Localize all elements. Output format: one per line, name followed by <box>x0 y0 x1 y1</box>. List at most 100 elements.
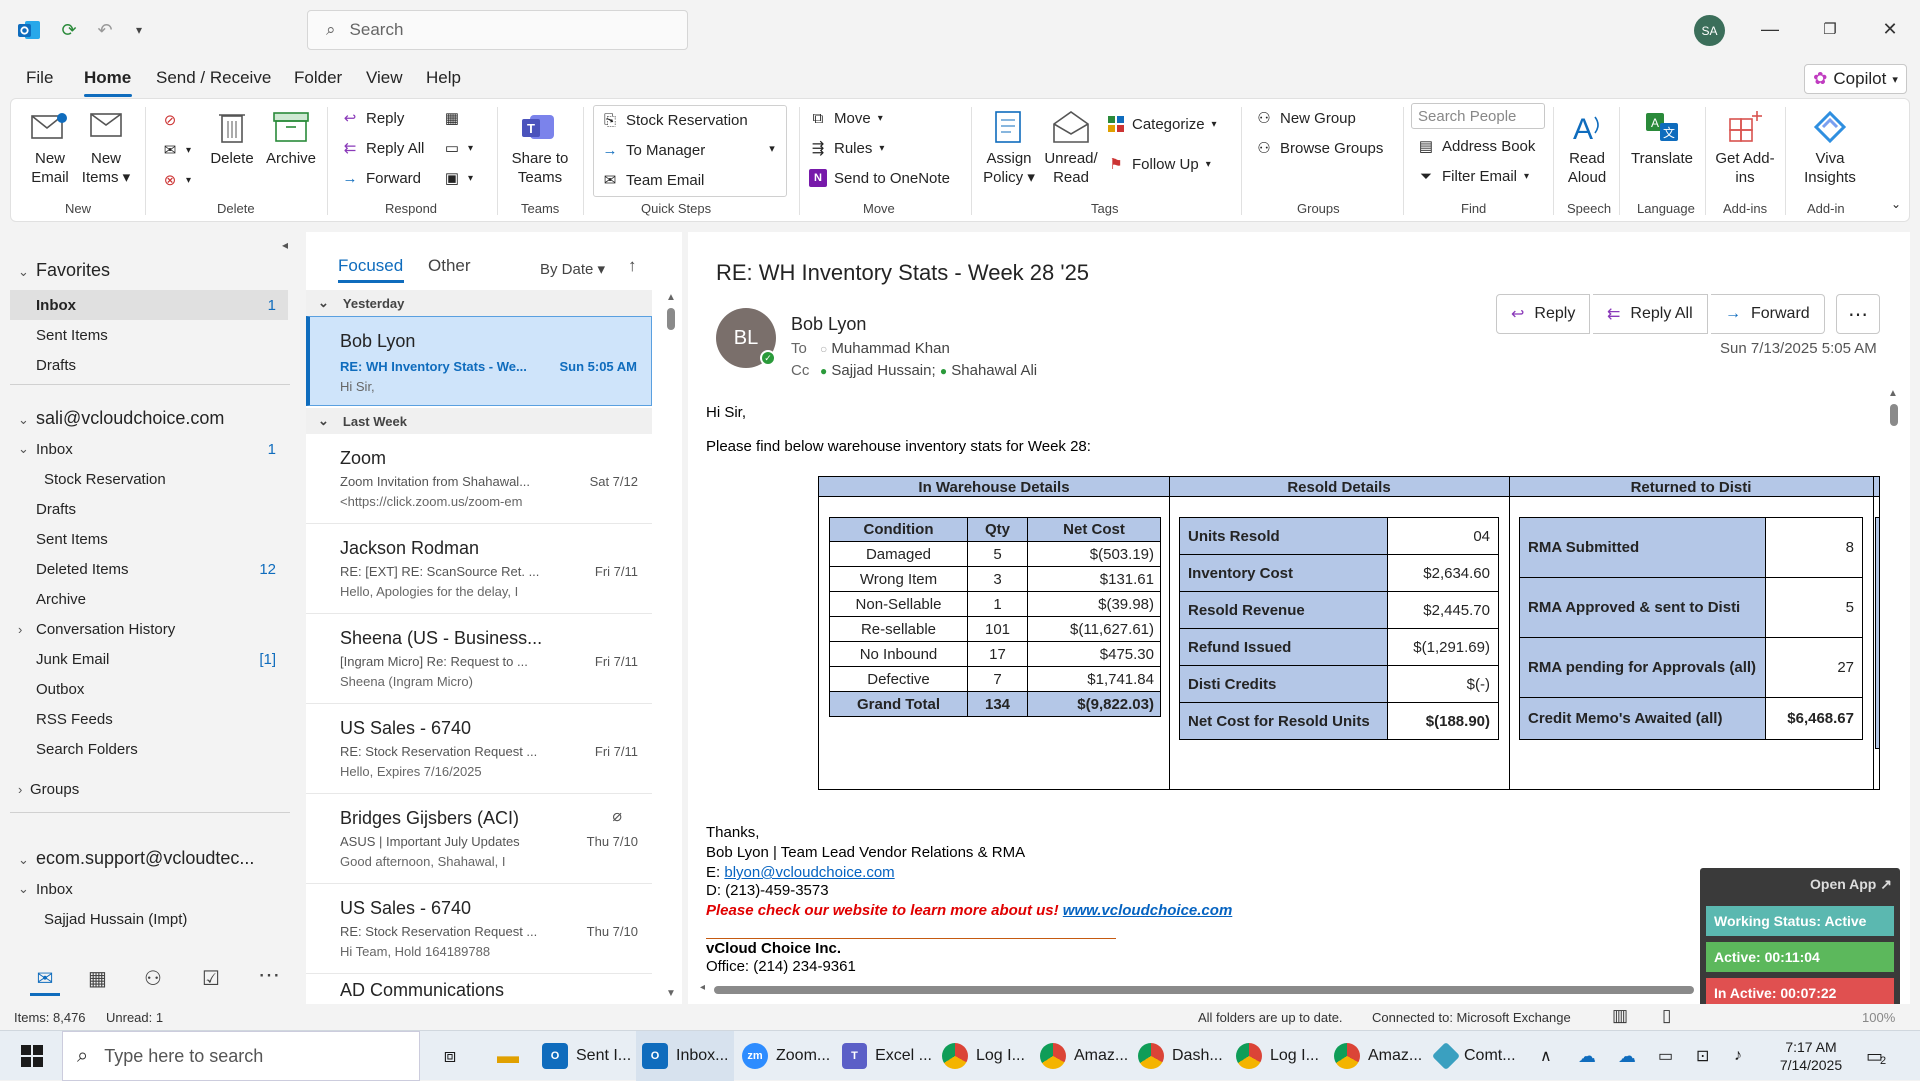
forward-button[interactable]: → Forward <box>1711 294 1825 334</box>
forward-button[interactable]: → Forward <box>341 169 422 187</box>
tab-folder[interactable]: Folder <box>294 68 342 88</box>
folder-drafts[interactable]: Drafts <box>10 494 288 524</box>
more-actions-icon[interactable]: ⋯ <box>1836 294 1880 334</box>
move-button[interactable]: ⧉ Move ▾ <box>809 109 883 127</box>
reply-button[interactable]: ↩ Reply <box>1496 294 1591 334</box>
taskbar-app-chrome-1[interactable]: Log I... <box>942 1031 1032 1081</box>
scroll-left-icon[interactable]: ◂ <box>700 982 705 993</box>
tab-home[interactable]: Home <box>84 68 131 88</box>
favorite-drafts[interactable]: Drafts <box>10 350 288 380</box>
taskbar-app-chrome-2[interactable]: Amaz... <box>1040 1031 1130 1081</box>
read-aloud-button[interactable]: A Read Aloud <box>1561 107 1613 187</box>
folder-groups[interactable]: › Groups <box>10 774 288 804</box>
reply-all-button[interactable]: ⇇ Reply All <box>1593 294 1708 334</box>
scroll-down-icon[interactable]: ▼ <box>666 988 676 999</box>
mail-icon[interactable]: ✉ <box>30 966 60 996</box>
folder-deleted-items[interactable]: Deleted Items 12 <box>10 554 288 584</box>
close-icon[interactable]: ✕ <box>1870 14 1910 44</box>
website-link[interactable]: www.vcloudchoice.com <box>1063 902 1232 919</box>
copilot-button[interactable]: ✿ Copilot ▾ <box>1804 64 1907 94</box>
ignore-button[interactable]: ⊘ <box>161 111 179 129</box>
tab-send-receive[interactable]: Send / Receive <box>156 68 271 88</box>
list-item[interactable]: Bridges Gijsbers (ACI) ⌀ ASUS | Importan… <box>306 794 652 884</box>
favorite-sent-items[interactable]: Sent Items <box>10 320 288 350</box>
folder-rss-feeds[interactable]: RSS Feeds <box>10 704 288 734</box>
account-header-ecom[interactable]: ⌄ ecom.support@vcloudtec... <box>18 848 254 869</box>
folder-inbox[interactable]: ⌄ Inbox 1 <box>10 434 288 464</box>
task-view-icon[interactable]: ⧈ <box>436 1031 464 1081</box>
quick-step-team-email[interactable]: ✉ Team Email <box>601 171 705 190</box>
normal-view-icon[interactable]: ▥ <box>1612 1006 1628 1026</box>
folder-sajjad-hussain[interactable]: Sajjad Hussain (Impt) <box>10 904 288 934</box>
folder-inbox-ecom[interactable]: ⌄ Inbox <box>10 874 288 904</box>
delete-button[interactable]: Delete <box>207 107 257 168</box>
taskbar-app-excel[interactable]: T Excel ... <box>842 1031 932 1081</box>
tasks-icon[interactable]: ☑ <box>202 966 220 991</box>
rules-button[interactable]: ⇶ Rules ▾ <box>809 139 885 158</box>
taskbar-app-chrome-5[interactable]: Amaz... <box>1334 1031 1424 1081</box>
tab-help[interactable]: Help <box>426 68 461 88</box>
tab-focused[interactable]: Focused <box>338 256 403 276</box>
folder-conversation-history[interactable]: › Conversation History <box>10 614 288 644</box>
junk-button[interactable]: ⊗ ▾ <box>161 171 191 189</box>
taskbar-app-zoom[interactable]: zm Zoom... <box>742 1031 832 1081</box>
taskbar-app-comt[interactable]: Comt... <box>1431 1031 1526 1081</box>
quick-steps-expand[interactable]: ▾ <box>763 139 781 157</box>
list-item[interactable]: Jackson Rodman RE: [EXT] RE: ScanSource … <box>306 524 652 614</box>
list-item[interactable]: Sheena (US - Business... [Ingram Micro] … <box>306 614 652 704</box>
taskbar-app-outlook-sent[interactable]: O Sent I... <box>542 1031 632 1081</box>
recipient-to[interactable]: ○ Muhammad Khan <box>820 340 950 357</box>
user-avatar[interactable]: SA <box>1694 15 1725 46</box>
collapse-pane-icon[interactable]: ◂ <box>282 238 288 252</box>
browse-groups-button[interactable]: ⚇ Browse Groups <box>1255 139 1383 158</box>
folder-sent-items[interactable]: Sent Items <box>10 524 288 554</box>
ribbon-collapse-button[interactable]: ⌄ <box>1887 195 1905 213</box>
tab-view[interactable]: View <box>366 68 403 88</box>
archive-button[interactable]: Archive <box>263 107 319 168</box>
scroll-up-icon[interactable]: ▲ <box>1888 388 1898 399</box>
network-icon[interactable]: ⊡ <box>1696 1031 1709 1081</box>
new-email-button[interactable]: New Email <box>25 107 75 187</box>
file-explorer-icon[interactable]: ▬ <box>494 1031 522 1081</box>
reply-button[interactable]: ↩ Reply <box>341 109 405 128</box>
undo-icon[interactable]: ↶ <box>92 17 118 43</box>
onedrive-business-icon[interactable]: ☁ <box>1618 1031 1636 1081</box>
folder-junk-email[interactable]: Junk Email [1] <box>10 644 288 674</box>
scroll-thumb[interactable] <box>1890 404 1898 426</box>
assign-policy-button[interactable]: Assign Policy ▾ <box>981 107 1037 187</box>
notifications-icon[interactable]: ▭ 2 <box>1866 1031 1886 1081</box>
restore-icon[interactable]: ❐ <box>1810 14 1850 44</box>
open-app-link[interactable]: Open App ↗ <box>1810 876 1892 893</box>
folder-outbox[interactable]: Outbox <box>10 674 288 704</box>
more-apps-icon[interactable]: ⋯ <box>258 962 280 988</box>
people-icon[interactable]: ⚇ <box>144 966 162 991</box>
sort-by-date[interactable]: By Date ▾ <box>540 260 605 278</box>
favorites-header[interactable]: ⌄ Favorites <box>18 260 110 281</box>
scroll-thumb[interactable] <box>667 308 675 330</box>
scroll-up-icon[interactable]: ▲ <box>666 292 676 303</box>
search-box[interactable]: ⌕ Search <box>307 10 688 50</box>
get-addins-button[interactable]: Get Add-ins <box>1713 107 1777 187</box>
reply-all-button[interactable]: ⇇ Reply All <box>341 139 425 158</box>
tab-file[interactable]: File <box>26 68 53 88</box>
horizontal-scroll-thumb[interactable] <box>714 986 1694 994</box>
calendar-icon[interactable]: ▦ <box>88 966 107 991</box>
taskbar-search[interactable]: ⌕ Type here to search <box>62 1031 420 1081</box>
unread-read-button[interactable]: Unread/ Read <box>1041 107 1101 187</box>
account-header-sali[interactable]: ⌄ sali@vcloudchoice.com <box>18 408 224 429</box>
quick-step-stock-reservation[interactable]: ⎘ Stock Reservation <box>601 111 748 129</box>
quick-step-to-manager[interactable]: → To Manager <box>601 141 706 159</box>
battery-icon[interactable]: ▭ <box>1658 1031 1673 1081</box>
group-header-last-week[interactable]: ⌄ Last Week <box>306 408 652 434</box>
new-group-button[interactable]: ⚇ New Group <box>1255 109 1356 128</box>
new-items-button[interactable]: New Items ▾ <box>79 107 133 187</box>
follow-up-button[interactable]: ⚑ Follow Up ▾ <box>1107 155 1210 174</box>
tray-overflow-icon[interactable]: ∧ <box>1540 1031 1552 1081</box>
filter-email-button[interactable]: ⏷ Filter Email ▾ <box>1417 167 1529 185</box>
search-people-input[interactable]: Search People <box>1411 103 1545 129</box>
volume-mute-icon[interactable]: ♪ <box>1734 1031 1742 1081</box>
message-list-scrollbar[interactable]: ▲ ▼ <box>666 292 676 1002</box>
translate-button[interactable]: A文 Translate <box>1627 107 1697 168</box>
list-item[interactable]: US Sales - 6740 RE: Stock Reservation Re… <box>306 704 652 794</box>
taskbar-app-chrome-4[interactable]: Log I... <box>1236 1031 1326 1081</box>
